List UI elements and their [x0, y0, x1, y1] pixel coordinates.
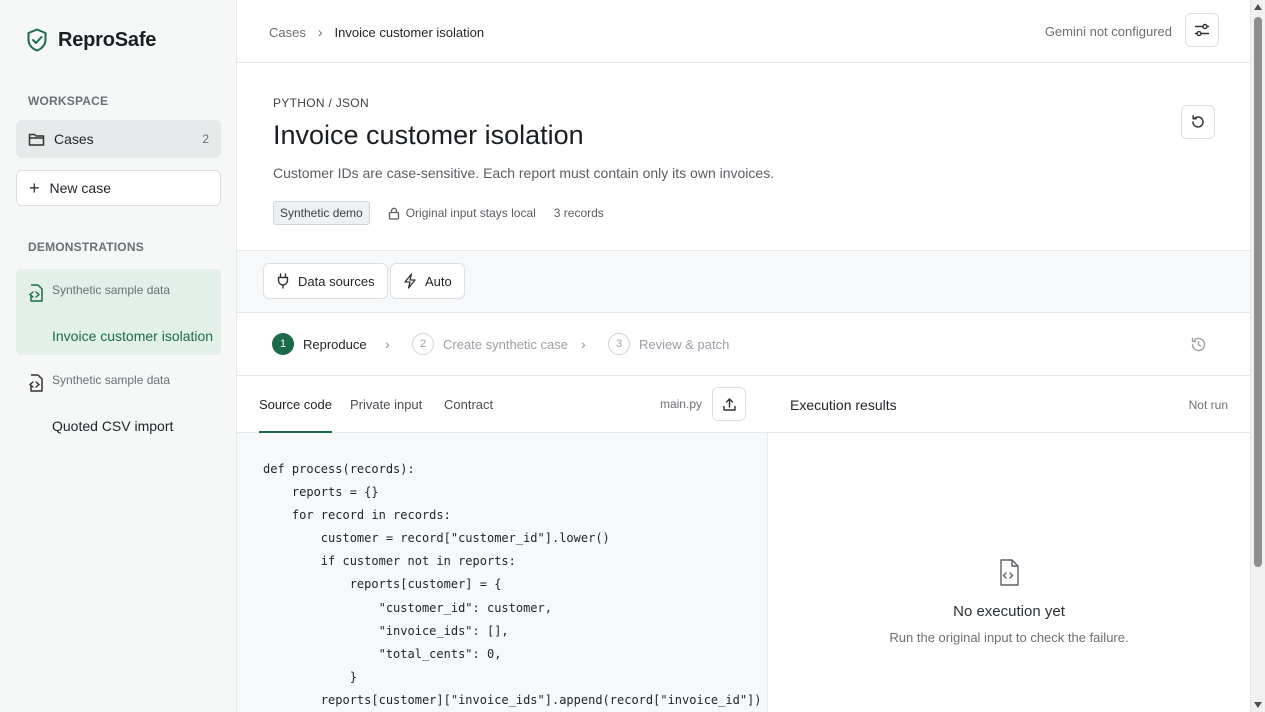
sliders-icon [1194, 23, 1210, 37]
auto-label: Auto [425, 273, 452, 289]
synthetic-badge: Synthetic demo [273, 201, 370, 225]
folder-icon [28, 133, 45, 146]
empty-subtitle: Run the original input to check the fail… [889, 630, 1129, 645]
plus-icon: + [29, 178, 40, 198]
empty-state: No execution yet Run the original input … [768, 558, 1250, 645]
code-line: for record in records: [263, 508, 451, 523]
topbar: Cases › Invoice customer isolation Gemin… [237, 0, 1250, 63]
sidebar: ReproSafe WORKSPACE Cases 2 + New case D… [0, 0, 237, 712]
history-icon[interactable] [1190, 336, 1207, 353]
language-label: PYTHON / JSON [273, 96, 369, 110]
shield-check-icon [27, 28, 47, 52]
editor-panel: Source code Private input Contract main.… [237, 376, 768, 712]
demo-title: Invoice customer isolation [52, 328, 214, 344]
step-create-synthetic[interactable]: 2 Create synthetic case [412, 333, 568, 355]
workflow-stepper: 1 Reproduce › 2 Create synthetic case › … [237, 313, 1250, 376]
code-line: "customer_id": customer, [263, 600, 552, 615]
new-case-button[interactable]: + New case [16, 170, 221, 206]
code-line: if customer not in reports: [263, 554, 516, 569]
case-meta: Synthetic demo Original input stays loca… [273, 201, 604, 225]
code-line: def process(records): [263, 462, 415, 476]
step-number: 3 [608, 333, 630, 355]
privacy-note: Original input stays local [388, 206, 536, 220]
demo-subtitle: Synthetic sample data [52, 373, 171, 387]
step-label: Reproduce [303, 336, 367, 352]
step-number: 1 [272, 333, 294, 355]
step-review-patch[interactable]: 3 Review & patch [608, 333, 729, 355]
brand[interactable]: ReproSafe [26, 28, 156, 52]
empty-title: No execution yet [953, 603, 1065, 620]
scrollbar-thumb[interactable] [1254, 17, 1262, 567]
lightning-icon [404, 273, 416, 289]
editor-tabs: Source code Private input Contract main.… [237, 376, 768, 433]
rotate-ccw-icon [1192, 115, 1204, 128]
step-label: Create synthetic case [443, 336, 569, 352]
sidebar-demo-invoice[interactable]: Invoice customer isolation Synthetic sam… [16, 269, 221, 355]
filename: main.py [659, 397, 702, 411]
file-code-icon [1000, 559, 1019, 586]
chevron-right-icon: › [385, 336, 390, 352]
upload-icon [722, 397, 736, 411]
data-sources-label: Data sources [298, 273, 375, 289]
sidebar-item-cases[interactable]: Cases 2 [16, 120, 221, 158]
scroll-down-arrow[interactable] [1254, 702, 1262, 708]
code-line: "total_cents": 0, [263, 646, 502, 661]
step-number: 2 [412, 333, 434, 355]
demonstrations-label: DEMONSTRATIONS [28, 240, 144, 254]
workspace-label: WORKSPACE [28, 94, 109, 108]
tab-private-input[interactable]: Private input [350, 397, 422, 431]
results-title: Execution results [790, 397, 897, 413]
results-header: Execution results Not run [768, 376, 1250, 433]
records-count: 3 records [553, 206, 604, 220]
chevron-right-icon: › [317, 24, 323, 40]
plug-icon [277, 273, 289, 289]
lock-icon [388, 207, 399, 220]
demo-title: Quoted CSV import [52, 418, 174, 434]
code-line: reports[customer] = { [263, 577, 502, 592]
upload-button[interactable] [712, 387, 746, 421]
step-reproduce[interactable]: 1 Reproduce [272, 333, 367, 355]
new-case-label: New case [49, 180, 111, 196]
scroll-up-arrow[interactable] [1254, 4, 1262, 10]
tab-contract[interactable]: Contract [444, 397, 493, 431]
page-title: Invoice customer isolation [273, 120, 584, 150]
case-description: Customer IDs are case-sensitive. Each re… [273, 165, 775, 181]
auto-button[interactable]: Auto [390, 263, 465, 299]
page-scrollbar[interactable] [1250, 0, 1265, 712]
cases-count: 2 [202, 132, 209, 146]
reset-button[interactable] [1181, 105, 1215, 139]
code-line: customer = record["customer_id"].lower() [263, 531, 610, 546]
settings-button[interactable] [1185, 13, 1219, 47]
demo-subtitle: Synthetic sample data [52, 283, 171, 297]
breadcrumb-cases[interactable]: Cases [269, 25, 306, 40]
results-status: Not run [1188, 398, 1228, 412]
code-line: reports[customer]["invoice_ids"].append(… [263, 692, 762, 707]
sidebar-item-label: Cases [54, 131, 94, 147]
case-header: PYTHON / JSON Invoice customer isolation… [237, 63, 1250, 251]
results-panel: Execution results Not run No execution y… [768, 376, 1250, 712]
file-code-icon [28, 284, 43, 302]
toolbar: Data sources Auto [237, 251, 1250, 313]
code-line: } [263, 669, 357, 684]
file-code-icon [28, 374, 43, 392]
data-sources-button[interactable]: Data sources [263, 263, 388, 299]
gemini-status: Gemini not configured [1044, 24, 1172, 39]
step-label: Review & patch [639, 336, 730, 352]
code-line: "invoice_ids": [], [263, 623, 509, 638]
breadcrumb: Cases › Invoice customer isolation [269, 24, 484, 40]
tab-source-code[interactable]: Source code [259, 397, 332, 433]
app-name: ReproSafe [58, 28, 157, 51]
breadcrumb-current: Invoice customer isolation [334, 24, 485, 40]
privacy-label: Original input stays local [405, 206, 536, 220]
code-line: reports = {} [263, 485, 379, 500]
code-editor[interactable]: def process(records): reports = {} for r… [263, 458, 762, 712]
chevron-right-icon: › [581, 336, 586, 352]
sidebar-demo-csv[interactable]: Quoted CSV import Synthetic sample data [16, 359, 221, 434]
